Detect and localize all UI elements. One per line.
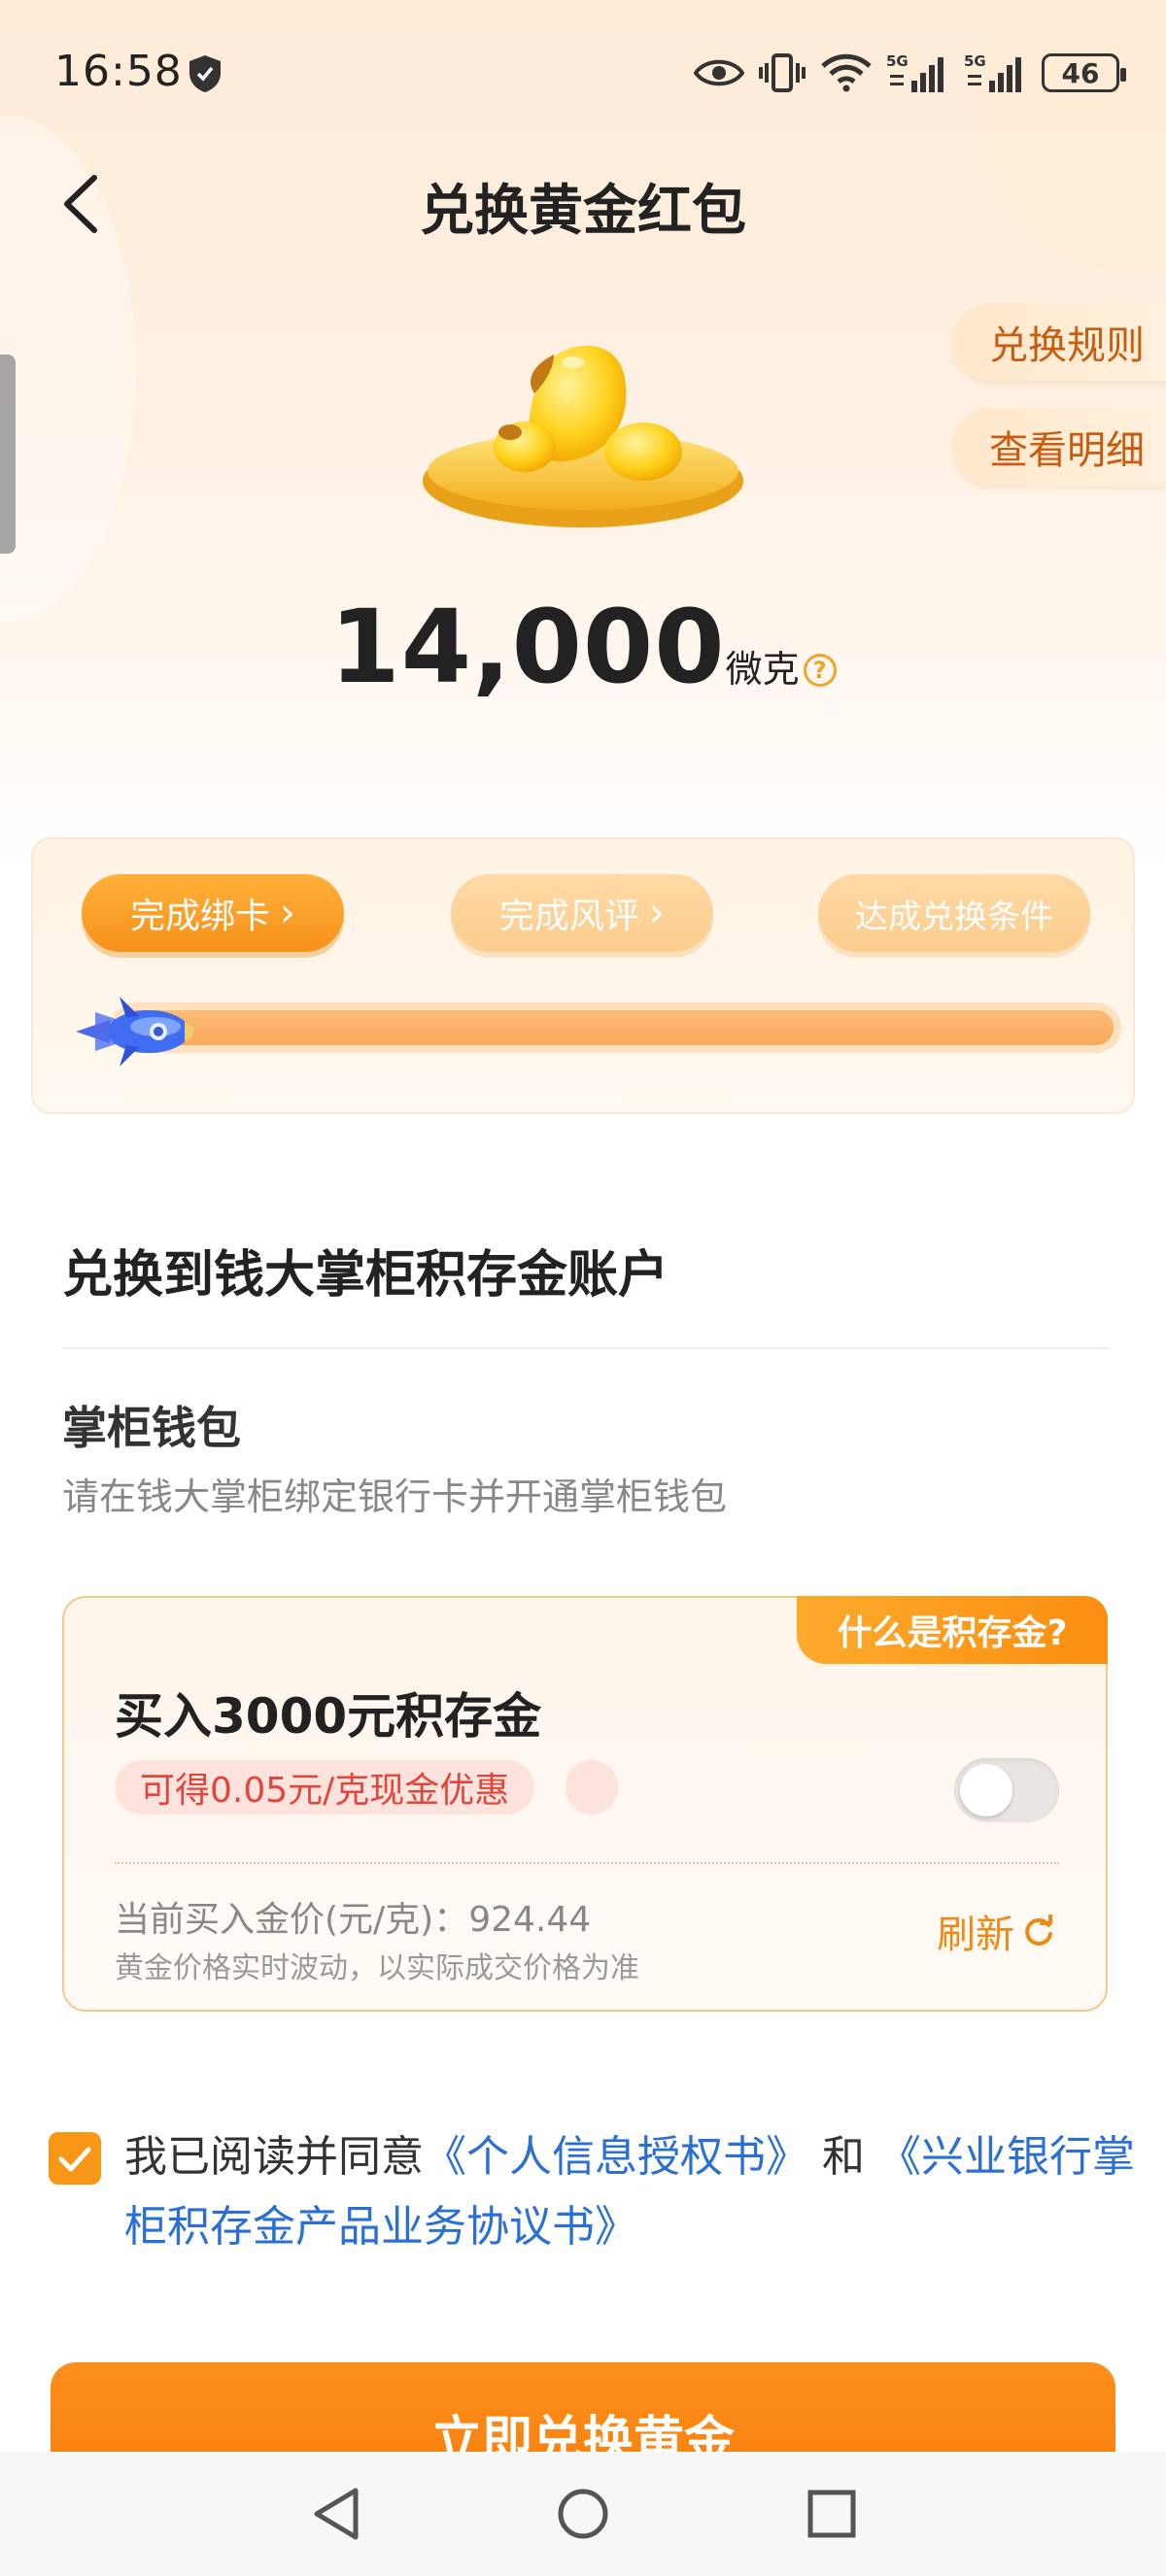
section-title: 兑换到钱大掌柜积存金账户 bbox=[62, 1246, 669, 1305]
step-label: 达成兑换条件 bbox=[855, 897, 1053, 936]
gold-amount: 14,000 bbox=[329, 588, 726, 706]
agreement-prefix: 我已阅读并同意 bbox=[124, 2132, 424, 2182]
price-disclaimer: 黄金价格实时波动，以实际成交价格为准 bbox=[115, 1951, 639, 1985]
offer-title: 买入3000元积存金 bbox=[115, 1688, 542, 1745]
discount-badge: 可得0.05元/克现金优惠 bbox=[115, 1760, 535, 1814]
step-bind-card[interactable]: 完成绑卡 › bbox=[82, 874, 344, 952]
step-meet-conditions: 达成兑换条件 bbox=[818, 874, 1090, 952]
what-is-jicunjin-tag[interactable]: 什么是积存金? bbox=[797, 1596, 1108, 1664]
divider bbox=[62, 1347, 1108, 1349]
gold-amount-display: 14,000微克? bbox=[0, 588, 1166, 706]
vibrate-icon bbox=[759, 53, 806, 92]
page-title: 兑换黄金红包 bbox=[420, 180, 746, 243]
step-label: 完成风评 bbox=[498, 897, 639, 936]
battery-indicator: 46 bbox=[1042, 53, 1126, 92]
wifi-icon bbox=[821, 53, 872, 92]
wallet-description: 请在钱大掌柜绑定银行卡并开通掌柜钱包 bbox=[62, 1475, 728, 1518]
shield-icon bbox=[189, 55, 221, 92]
svg-text:5G: 5G bbox=[886, 52, 909, 70]
agreement-checkbox[interactable] bbox=[49, 2132, 101, 2185]
chevron-right-icon: › bbox=[280, 891, 295, 935]
status-bar: 16:58 5G 5G 46 bbox=[0, 0, 1166, 146]
buy-toggle-switch[interactable] bbox=[954, 1758, 1059, 1822]
signal-icon-2: 5G bbox=[964, 52, 1021, 92]
step-label: 完成绑卡 bbox=[129, 897, 270, 936]
agreement-text: 我已阅读并同意《个人信息授权书》 和 《兴业银行掌柜积存金产品业务协议书》 bbox=[124, 2122, 1135, 2262]
discount-badge-tail bbox=[566, 1760, 618, 1814]
refresh-label: 刷新 bbox=[937, 1913, 1014, 1957]
eye-icon bbox=[694, 59, 744, 86]
progress-fill bbox=[119, 1010, 1114, 1045]
nav-back-icon[interactable] bbox=[309, 2485, 363, 2543]
gold-unit: 微克 bbox=[725, 648, 800, 691]
progress-track bbox=[111, 1002, 1121, 1053]
help-icon[interactable]: ? bbox=[803, 654, 837, 687]
status-icons: 5G 5G 46 bbox=[694, 49, 1126, 97]
rocket-icon bbox=[76, 997, 194, 1067]
progress-card: 完成绑卡 › 完成风评 › 达成兑换条件 bbox=[31, 837, 1135, 1114]
toggle-knob bbox=[960, 1764, 1012, 1816]
refresh-icon bbox=[1025, 1915, 1052, 1946]
nav-home-icon[interactable] bbox=[556, 2485, 610, 2543]
nav-recents-icon[interactable] bbox=[805, 2485, 859, 2543]
chevron-right-icon: › bbox=[649, 891, 665, 935]
agreement-connector: 和 bbox=[822, 2132, 865, 2182]
wallet-title: 掌柜钱包 bbox=[62, 1402, 241, 1454]
signal-icon-1: 5G bbox=[886, 52, 943, 92]
gold-beans-illustration bbox=[423, 346, 743, 527]
refresh-button[interactable]: 刷新 bbox=[937, 1903, 1055, 1959]
offer-card: 什么是积存金? 买入3000元积存金 可得0.05元/克现金优惠 当前买入金价(… bbox=[62, 1596, 1108, 2012]
dotted-divider bbox=[115, 1862, 1059, 1864]
exchange-rules-button[interactable]: 兑换规则 bbox=[952, 303, 1166, 381]
current-gold-price: 当前买入金价(元/克)：924.44 bbox=[115, 1900, 592, 1940]
view-details-button[interactable]: 查看明细 bbox=[952, 408, 1166, 486]
svg-text:5G: 5G bbox=[964, 52, 986, 70]
step-risk-assessment[interactable]: 完成风评 › bbox=[451, 874, 713, 952]
clock: 16:58 bbox=[54, 47, 183, 96]
privacy-authorization-link[interactable]: 《个人信息授权书》 bbox=[424, 2132, 808, 2182]
side-drawer-handle[interactable] bbox=[0, 355, 16, 554]
system-navigation-bar bbox=[0, 2452, 1166, 2576]
